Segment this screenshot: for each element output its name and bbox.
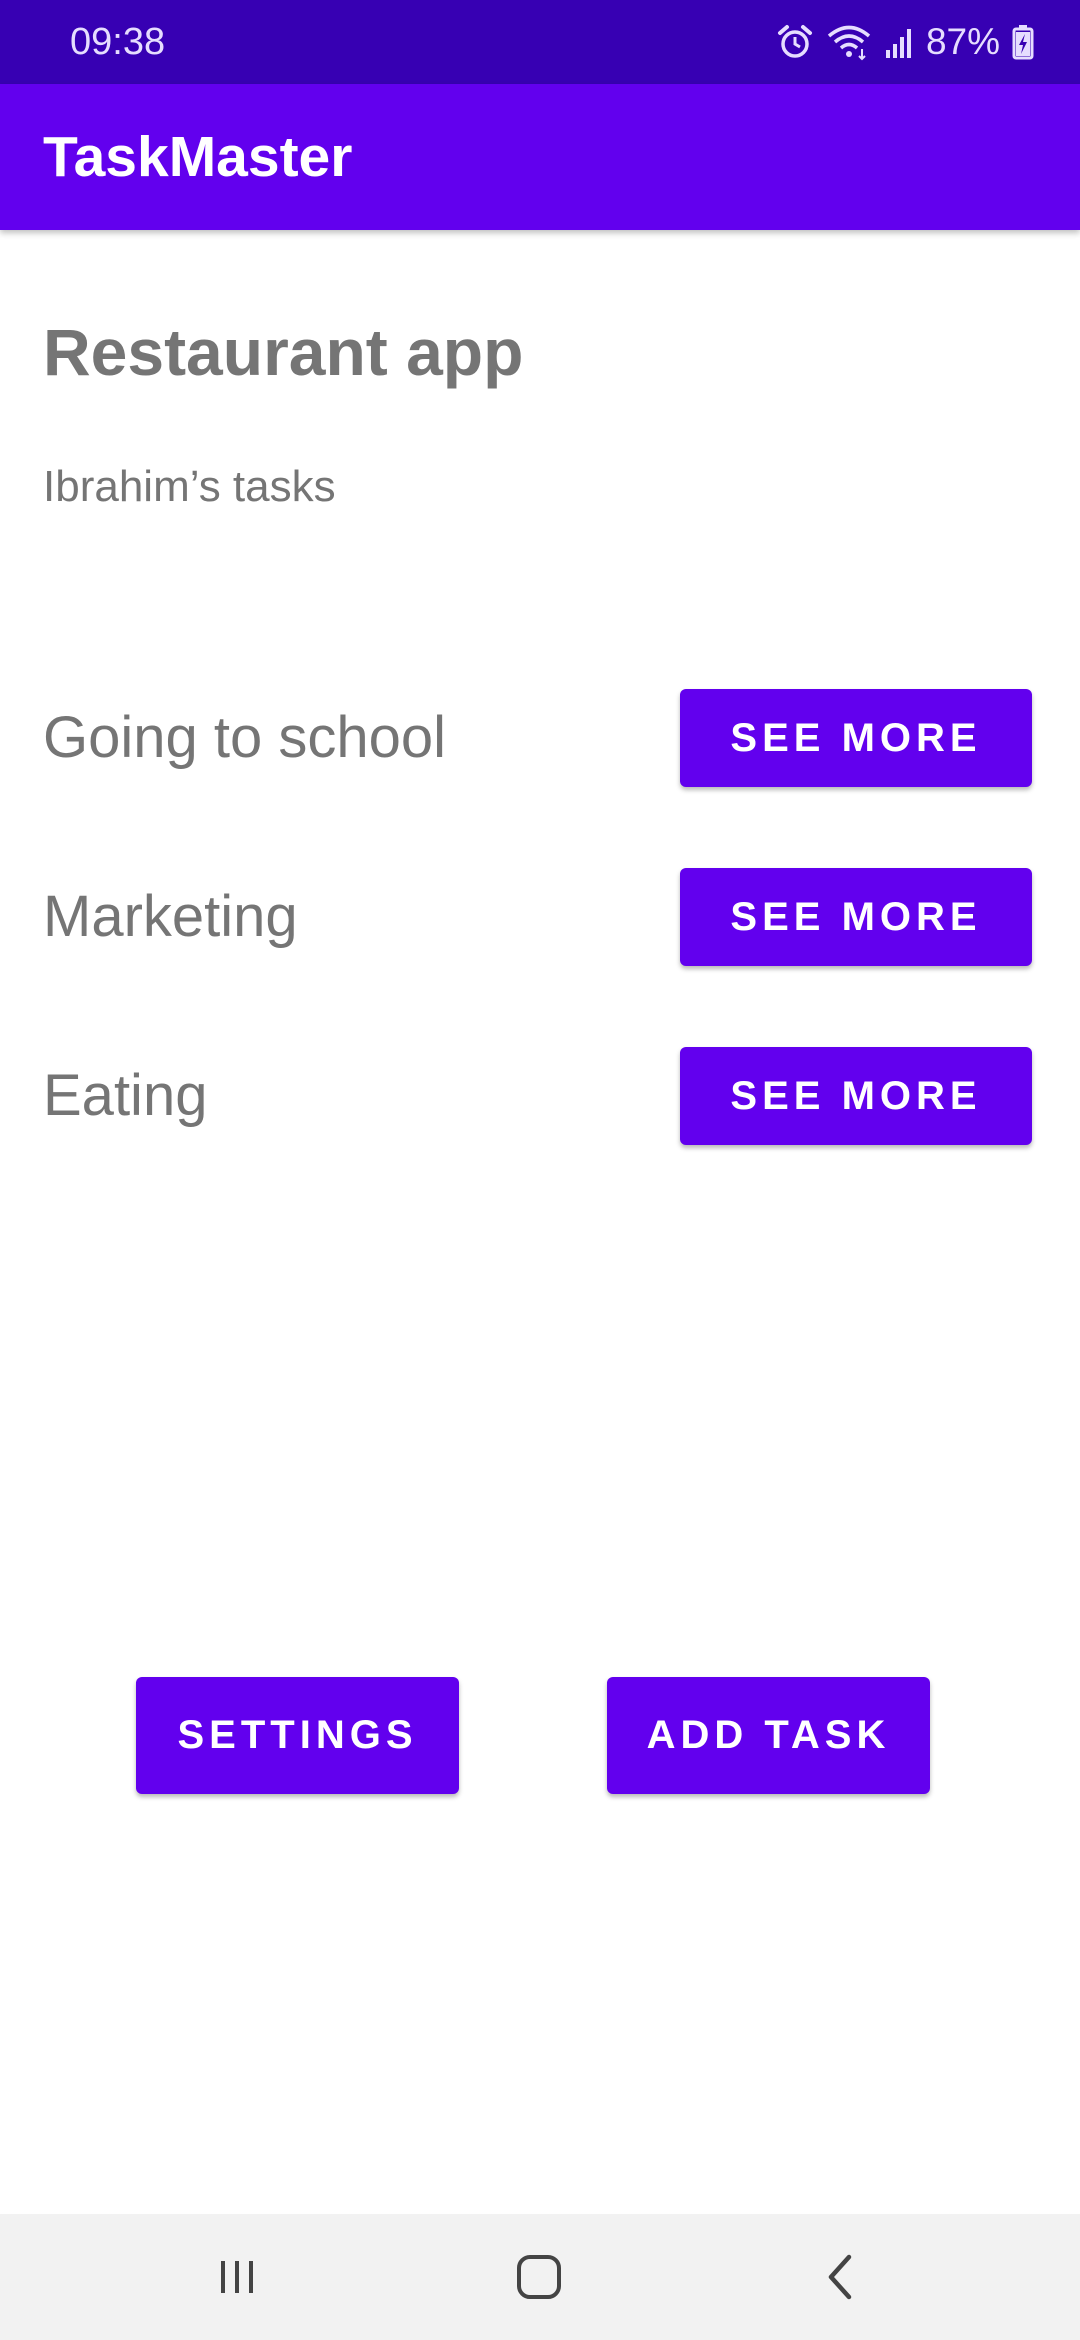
task-row: Eating SEE MORE <box>0 1047 1080 1147</box>
app-title: TaskMaster <box>43 125 353 189</box>
task-row: Marketing SEE MORE <box>0 868 1080 968</box>
status-time: 09:38 <box>70 21 166 63</box>
signal-icon <box>884 24 914 60</box>
home-icon[interactable] <box>494 2242 584 2312</box>
task-title: Going to school <box>43 705 447 770</box>
see-more-button[interactable]: SEE MORE <box>680 689 1032 787</box>
see-more-button[interactable]: SEE MORE <box>680 868 1032 966</box>
settings-button[interactable]: SETTINGS <box>136 1677 459 1794</box>
add-task-button[interactable]: ADD TASK <box>607 1677 930 1794</box>
battery-percent: 87% <box>925 21 1000 62</box>
status-bar: 09:38 87% <box>0 0 1080 84</box>
battery-charging-icon <box>1012 24 1034 60</box>
alarm-icon <box>776 23 814 61</box>
wifi-icon <box>826 23 872 61</box>
task-title: Eating <box>43 1063 208 1128</box>
see-more-button[interactable]: SEE MORE <box>680 1047 1032 1145</box>
navigation-bar <box>0 2214 1080 2340</box>
screen: 09:38 87% TaskMaster Restaurant app Ibra… <box>0 0 1080 2340</box>
app-bar: TaskMaster <box>0 84 1080 230</box>
owner-label: Ibrahim’s tasks <box>43 462 336 511</box>
back-icon[interactable] <box>796 2242 886 2312</box>
recent-apps-icon[interactable] <box>192 2242 282 2312</box>
task-row: Going to school SEE MORE <box>0 689 1080 789</box>
project-title: Restaurant app <box>43 315 524 389</box>
status-icons: 87% <box>776 18 1034 66</box>
task-title: Marketing <box>43 884 298 949</box>
